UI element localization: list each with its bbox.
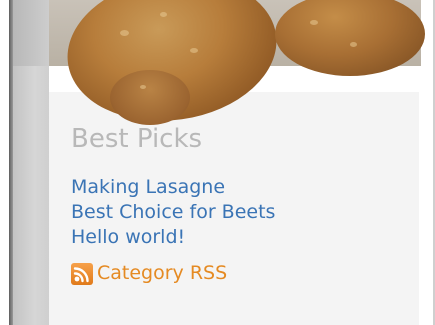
category-rss-row: Category RSS (71, 261, 227, 286)
rss-icon[interactable] (71, 262, 93, 285)
link-list: Making Lasagne Best Choice for Beets Hel… (71, 175, 275, 250)
cookie-speck (140, 85, 146, 89)
post-link-hello-world[interactable]: Hello world! (71, 226, 185, 248)
cookie-speck (160, 12, 167, 17)
widget-title: Best Picks (71, 124, 203, 154)
list-item: Making Lasagne (71, 175, 275, 200)
list-item: Hello world! (71, 225, 275, 250)
page-frame: Best Picks Making Lasagne Best Choice fo… (0, 0, 435, 325)
cookie-speck (120, 30, 129, 36)
cookie-speck (350, 42, 357, 47)
post-link-best-choice-for-beets[interactable]: Best Choice for Beets (71, 201, 275, 223)
cookie-image-left-edge (110, 70, 190, 125)
cookie-speck (190, 48, 198, 53)
left-panel-top (13, 0, 49, 66)
category-rss-link[interactable]: Category RSS (97, 261, 227, 286)
post-link-making-lasagne[interactable]: Making Lasagne (71, 176, 225, 198)
cookie-speck (310, 20, 318, 25)
list-item: Best Choice for Beets (71, 200, 275, 225)
